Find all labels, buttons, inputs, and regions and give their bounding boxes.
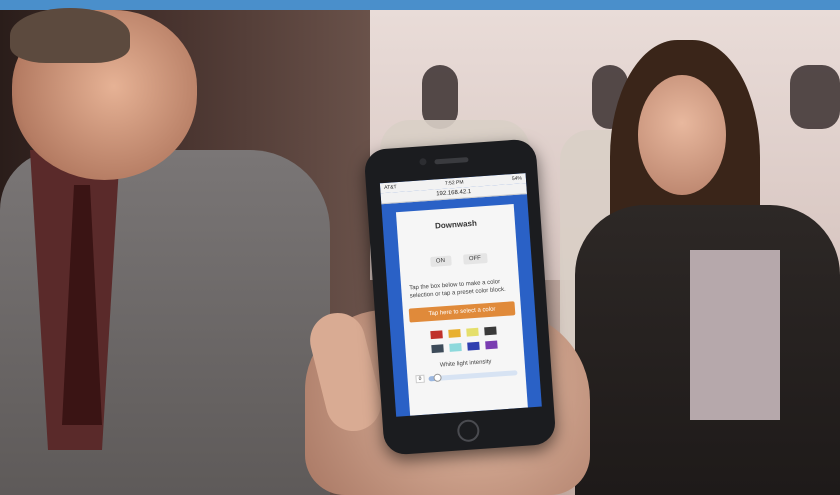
camera-icon [419, 158, 427, 166]
speaker-grille [434, 157, 469, 165]
phone-screen: AT&T 7:52 PM 54% 192.168.42.1 Downwash O… [379, 173, 542, 417]
cabin-window [790, 65, 840, 129]
select-color-button[interactable]: Tap here to select a color [408, 301, 516, 323]
control-panel: Downwash ON OFF Tap the box below to mak… [395, 204, 528, 416]
color-swatch[interactable] [430, 330, 443, 340]
color-swatch[interactable] [485, 340, 498, 350]
color-swatch[interactable] [484, 326, 497, 336]
color-swatch[interactable] [431, 344, 444, 354]
carrier-label: AT&T [384, 184, 397, 192]
color-swatch[interactable] [448, 329, 461, 338]
slider-knob[interactable] [432, 373, 442, 382]
slider-track[interactable] [428, 369, 518, 382]
cabin-photo: AT&T 7:52 PM 54% 192.168.42.1 Downwash O… [0, 0, 840, 495]
slider-value[interactable]: 0 [415, 374, 425, 384]
top-accent-bar [0, 0, 840, 10]
color-swatch[interactable] [466, 327, 479, 337]
panel-title: Downwash [434, 218, 478, 231]
on-button[interactable]: ON [429, 255, 452, 267]
off-button[interactable]: OFF [462, 253, 488, 265]
color-swatch-grid [404, 325, 523, 355]
battery-label: 54% [511, 175, 523, 183]
home-button[interactable] [456, 419, 481, 443]
color-swatch[interactable] [449, 343, 462, 352]
white-light-slider[interactable]: 0 [415, 368, 518, 384]
man-hair [10, 8, 130, 63]
instructions-text: Tap the box below to make a color select… [409, 279, 506, 300]
woman-top [690, 250, 780, 420]
time-label: 7:52 PM [444, 179, 464, 187]
woman-face [638, 75, 726, 195]
smartphone: AT&T 7:52 PM 54% 192.168.42.1 Downwash O… [363, 138, 557, 456]
color-swatch[interactable] [467, 341, 480, 351]
power-toggle: ON OFF [399, 251, 517, 269]
